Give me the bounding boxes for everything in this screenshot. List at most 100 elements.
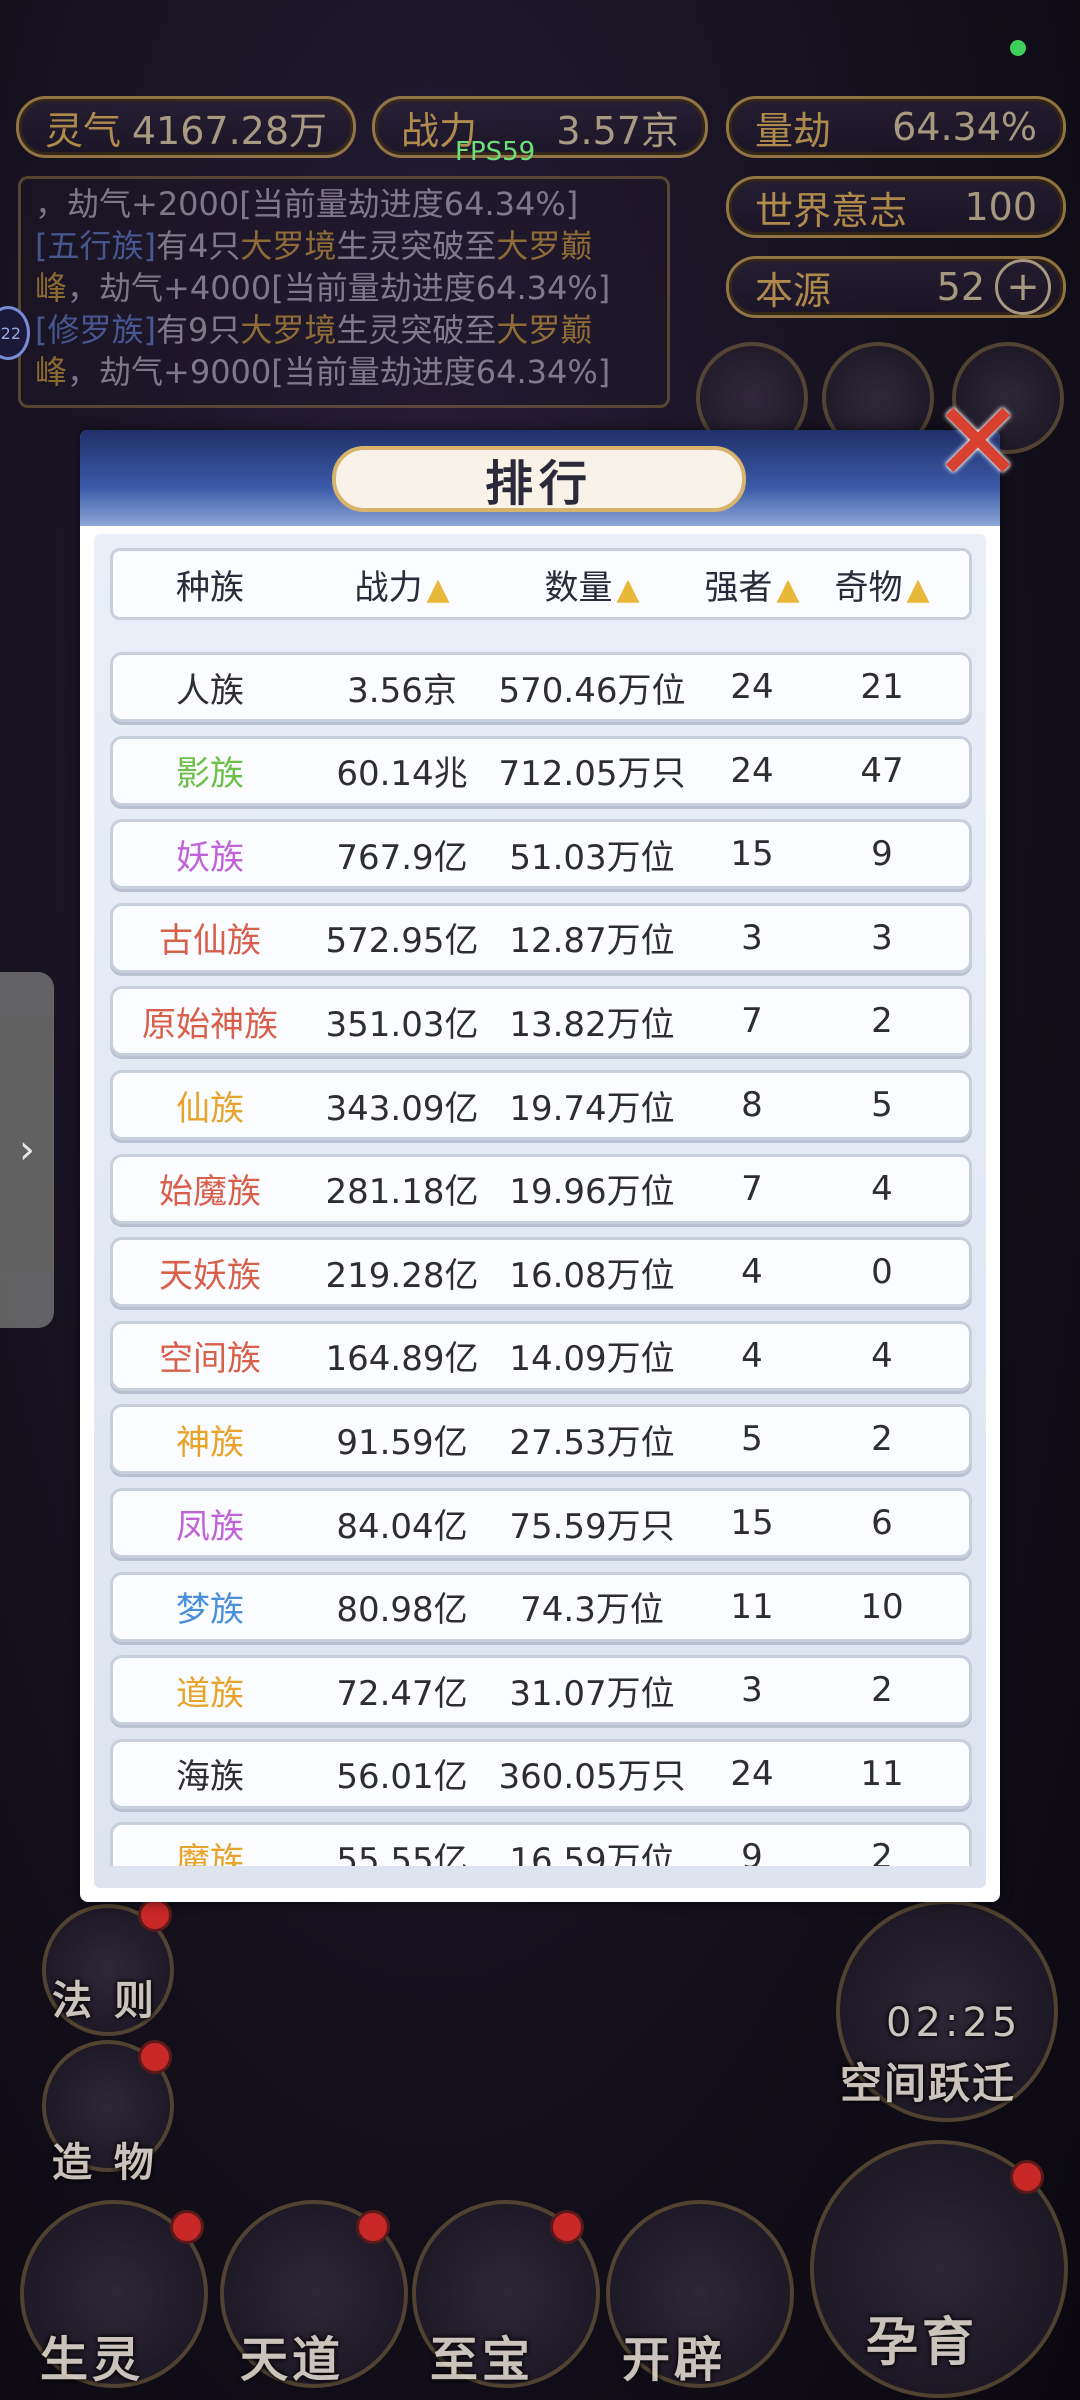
race-cell: 神族 bbox=[176, 1422, 244, 1463]
world-will-value: 100 bbox=[964, 185, 1037, 229]
table-row[interactable]: 凤族 84.04亿 75.59万只 15 6 bbox=[110, 1488, 972, 1558]
table-row[interactable]: 空间族 164.89亿 14.09万位 4 4 bbox=[110, 1320, 972, 1391]
table-row[interactable]: 原始神族 351.03亿 13.82万位 7 2 bbox=[110, 986, 972, 1057]
zhibao-label: 至宝 bbox=[430, 2332, 535, 2388]
table-row[interactable]: 影族 60.14兆 712.05万只 24 47 bbox=[110, 735, 972, 806]
close-button[interactable]: ✕ bbox=[928, 387, 1028, 497]
table-row[interactable]: 仙族 343.09亿 19.74万位 8 5 bbox=[110, 1070, 972, 1140]
sort-arrow-icon: ▲ bbox=[906, 571, 930, 607]
table-header: 种族 战力 ▲ 数量 ▲ 强者 ▲ 奇物 ▲ bbox=[110, 548, 972, 620]
table-row[interactable]: 道族 72.47亿 31.07万位 3 2 bbox=[110, 1655, 972, 1726]
race-cell: 魔族 bbox=[176, 1840, 244, 1866]
notification-dot bbox=[170, 2210, 204, 2244]
strong-cell: 8 bbox=[741, 1085, 763, 1125]
header-race: 种族 bbox=[176, 567, 244, 608]
sort-strong[interactable]: 强者 ▲ bbox=[687, 560, 817, 609]
power-cell: 281.18亿 bbox=[325, 1172, 479, 1213]
panel-header: 排行 bbox=[80, 430, 1000, 526]
rule-label: 法 则 bbox=[52, 1978, 158, 2024]
power-cell: 351.03亿 bbox=[325, 1004, 479, 1045]
lingqi-stat: 灵气 4167.28万 bbox=[16, 96, 356, 158]
strong-cell: 24 bbox=[730, 667, 774, 707]
race-cell: 仙族 bbox=[176, 1088, 244, 1129]
table-row[interactable]: 始魔族 281.18亿 19.96万位 7 4 bbox=[110, 1153, 972, 1224]
power-cell: 55.55亿 bbox=[336, 1840, 468, 1866]
power-cell: 60.14兆 bbox=[336, 754, 468, 795]
fps-counter: FPS59 bbox=[455, 137, 536, 167]
notification-dot bbox=[356, 2210, 390, 2244]
liangjie-label: 量劫 bbox=[755, 108, 832, 153]
notification-dot bbox=[1010, 2160, 1044, 2194]
strong-cell: 24 bbox=[730, 750, 774, 791]
race-cell: 梦族 bbox=[176, 1590, 244, 1631]
strong-cell: 5 bbox=[741, 1419, 763, 1460]
log-line: [修罗族]有9只大罗境生灵突破至大罗巅 bbox=[35, 311, 593, 349]
power-cell: 164.89亿 bbox=[325, 1339, 479, 1380]
sort-artifact[interactable]: 奇物 ▲ bbox=[817, 560, 947, 609]
power-cell: 84.04亿 bbox=[336, 1506, 468, 1547]
strong-cell: 4 bbox=[741, 1335, 763, 1376]
strong-cell: 7 bbox=[741, 1168, 763, 1209]
artifact-cell: 3 bbox=[871, 917, 893, 958]
log-line: [五行族]有4只大罗境生灵突破至大罗巅 bbox=[35, 227, 593, 265]
strong-cell: 9 bbox=[741, 1837, 763, 1866]
table-row[interactable]: 天妖族 219.28亿 16.08万位 4 0 bbox=[110, 1237, 972, 1308]
strong-cell: 15 bbox=[730, 834, 774, 875]
yunyu-label: 孕育 bbox=[866, 2313, 979, 2373]
liangjie-value: 64.34% bbox=[892, 105, 1037, 149]
count-cell: 360.05万只 bbox=[498, 1757, 686, 1798]
power-cell: 343.09亿 bbox=[325, 1088, 479, 1129]
log-line: 峰，劫气+4000[当前量劫进度64.34%] bbox=[35, 269, 611, 307]
strong-cell: 7 bbox=[741, 1001, 763, 1042]
add-benyuan-button[interactable]: + bbox=[995, 259, 1051, 315]
artifact-cell: 0 bbox=[871, 1252, 893, 1293]
sort-arrow-icon: ▲ bbox=[426, 571, 450, 607]
count-cell: 16.59万位 bbox=[509, 1840, 675, 1866]
world-will-label: 世界意志 bbox=[755, 188, 908, 233]
space-jump-timer: 02:25 bbox=[886, 2000, 1022, 2046]
table-row[interactable]: 海族 56.01亿 360.05万只 24 11 bbox=[110, 1738, 972, 1809]
artifact-cell: 21 bbox=[860, 667, 904, 707]
benyuan-value: 52 bbox=[936, 265, 985, 309]
table-row[interactable]: 魔族 55.55亿 16.59万位 9 2 bbox=[110, 1822, 972, 1866]
side-menu-toggle[interactable]: › bbox=[0, 972, 54, 1328]
artifact-cell: 2 bbox=[871, 1419, 893, 1460]
notification-dot bbox=[138, 2040, 172, 2074]
table-row[interactable]: 人族 3.56京 570.46万位 24 21 bbox=[110, 652, 972, 722]
zhanli-value: 3.57京 bbox=[556, 108, 679, 153]
table-row[interactable]: 妖族 767.9亿 51.03万位 15 9 bbox=[110, 819, 972, 890]
race-cell: 空间族 bbox=[159, 1339, 261, 1380]
power-cell: 91.59亿 bbox=[336, 1422, 468, 1463]
tiandao-label: 天道 bbox=[240, 2332, 345, 2388]
race-cell: 海族 bbox=[176, 1757, 244, 1798]
count-cell: 31.07万位 bbox=[509, 1673, 675, 1714]
count-cell: 12.87万位 bbox=[509, 921, 675, 962]
strong-cell: 15 bbox=[730, 1503, 774, 1543]
artifact-cell: 9 bbox=[871, 834, 893, 875]
sort-count[interactable]: 数量 ▲ bbox=[497, 560, 687, 609]
count-cell: 27.53万位 bbox=[509, 1422, 675, 1463]
notification-dot bbox=[550, 2210, 584, 2244]
sort-power[interactable]: 战力 ▲ bbox=[307, 560, 497, 609]
space-jump-label: 空间跃迁 bbox=[840, 2059, 1017, 2108]
shengling-label: 生灵 bbox=[40, 2332, 145, 2388]
table-row[interactable]: 古仙族 572.95亿 12.87万位 3 3 bbox=[110, 902, 972, 973]
artifact-cell: 10 bbox=[860, 1586, 904, 1627]
artifact-cell: 4 bbox=[871, 1168, 893, 1209]
world-will-stat: 世界意志 100 bbox=[726, 176, 1066, 238]
artifact-cell: 4 bbox=[871, 1335, 893, 1376]
zhanli-stat: 战力 3.57京 bbox=[372, 96, 708, 158]
race-cell: 影族 bbox=[176, 754, 244, 795]
count-cell: 19.96万位 bbox=[509, 1172, 675, 1213]
status-dot bbox=[1010, 40, 1026, 56]
count-cell: 16.08万位 bbox=[509, 1255, 675, 1296]
artifact-cell: 2 bbox=[871, 1670, 893, 1711]
race-cell: 古仙族 bbox=[159, 921, 261, 962]
table-row[interactable]: 梦族 80.98亿 74.3万位 11 10 bbox=[110, 1571, 972, 1642]
power-cell: 3.56京 bbox=[347, 670, 457, 711]
artifact-cell: 2 bbox=[871, 1001, 893, 1042]
table-row[interactable]: 神族 91.59亿 27.53万位 5 2 bbox=[110, 1404, 972, 1475]
benyuan-label: 本源 bbox=[755, 268, 832, 313]
power-cell: 72.47亿 bbox=[336, 1673, 468, 1714]
ranking-list[interactable]: 人族 3.56京 570.46万位 24 21 影族 60.14兆 712.05万只 24 47 妖… bbox=[106, 652, 976, 1866]
